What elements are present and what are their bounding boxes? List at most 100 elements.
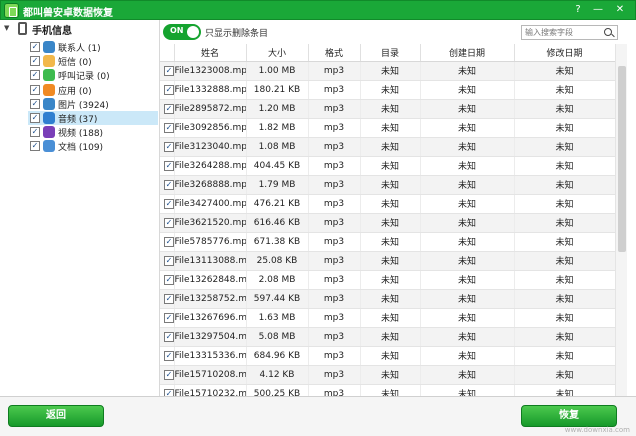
table-row[interactable]: ✓File15710208.mp34.12 KBmp3未知未知未知 [160, 365, 615, 385]
row-checkbox[interactable]: ✓ [164, 122, 173, 133]
category-label: 文档 (109) [58, 143, 104, 154]
directory-cell: 未知 [360, 156, 421, 176]
sidebar-category-item[interactable]: ✓ 短信 (0) [28, 54, 158, 68]
row-checkbox[interactable]: ✓ [164, 255, 173, 266]
directory-cell: 未知 [360, 61, 421, 81]
toolbar: ON 只显示删除条目 [160, 20, 636, 44]
created-date-cell: 未知 [420, 213, 515, 233]
photos-icon [43, 97, 55, 110]
created-date-cell: 未知 [420, 80, 515, 100]
category-checkbox[interactable]: ✓ [30, 98, 40, 109]
table-row[interactable]: ✓File13267696.mp31.63 MBmp3未知未知未知 [160, 308, 615, 328]
table-row[interactable]: ✓ File5785776.mp3 671.38 KB mp3 未知 未知 未知 [160, 232, 615, 252]
row-checkbox[interactable]: ✓ [164, 141, 173, 152]
directory-cell: 未知 [360, 194, 421, 214]
row-checkbox[interactable]: ✓ [164, 369, 173, 380]
row-checkbox[interactable]: ✓ [164, 312, 173, 323]
sidebar-category-item[interactable]: ✓ 呼叫记录 (0) [28, 68, 158, 82]
sidebar-category-item[interactable]: ✓ 音频 (37) [28, 111, 158, 125]
search-icon[interactable] [604, 28, 612, 36]
size-cell: 616.46 KB [246, 213, 309, 233]
category-label: 呼叫记录 (0) [58, 72, 110, 83]
name-cell: File3123040.mp3 [174, 137, 247, 157]
table-row[interactable]: ✓File13262848.mp32.08 MBmp3未知未知未知 [160, 270, 615, 290]
row-checkbox[interactable]: ✓ [164, 236, 173, 247]
column-header-name[interactable]: 姓名 [174, 44, 247, 62]
watermark-text: www.downxia.com [564, 426, 630, 434]
row-checkbox[interactable]: ✓ [164, 293, 173, 304]
category-checkbox[interactable]: ✓ [30, 84, 40, 95]
row-checkbox[interactable]: ✓ [164, 160, 173, 171]
column-header-modified[interactable]: 修改日期 [514, 44, 615, 62]
modified-date-cell: 未知 [514, 175, 615, 195]
name-cell: File15710208.mp3 [174, 365, 247, 385]
row-checkbox[interactable]: ✓ [164, 84, 173, 95]
created-date-cell: 未知 [420, 194, 515, 214]
scrollbar-thumb[interactable] [618, 66, 626, 252]
table-row[interactable]: ✓File13113088.mp325.08 KBmp3未知未知未知 [160, 251, 615, 271]
row-checkbox[interactable]: ✓ [164, 274, 173, 285]
column-header-format[interactable]: 格式 [308, 44, 361, 62]
row-checkbox[interactable]: ✓ [164, 331, 173, 342]
contacts-icon [43, 41, 55, 53]
row-checkbox[interactable]: ✓ [164, 198, 173, 209]
created-date-cell: 未知 [420, 270, 515, 290]
category-label: 音频 (37) [58, 115, 98, 125]
category-checkbox[interactable]: ✓ [30, 127, 40, 138]
row-checkbox-cell: ✓ [160, 289, 175, 309]
category-checkbox[interactable]: ✓ [30, 42, 40, 52]
minimize-icon[interactable]: — [591, 3, 605, 17]
table-row[interactable]: ✓ File3621520.mp3 616.46 KB mp3 未知 未知 未知 [160, 213, 615, 233]
column-header-created[interactable]: 创建日期 [420, 44, 515, 62]
table-row[interactable]: ✓ File1323008.mp3 1.00 MB mp3 未知 未知 未知 [160, 61, 615, 81]
table-row[interactable]: ✓ File3264288.mp3 404.45 KB mp3 未知 未知 未知 [160, 156, 615, 176]
name-cell: File13262848.mp3 [174, 270, 247, 290]
table-row[interactable]: ✓ File3268888.mp3 1.79 MB mp3 未知 未知 未知 [160, 175, 615, 195]
row-checkbox[interactable]: ✓ [164, 65, 173, 76]
sms-icon [43, 55, 55, 68]
category-checkbox[interactable]: ✓ [30, 70, 40, 81]
collapse-arrow-icon[interactable]: ▼ [4, 24, 9, 32]
sidebar-category-item[interactable]: ✓ 联系人 (1) [28, 40, 158, 54]
category-checkbox[interactable]: ✓ [30, 113, 40, 123]
table-row[interactable]: ✓File13258752.mp3597.44 KBmp3未知未知未知 [160, 289, 615, 309]
row-checkbox[interactable]: ✓ [164, 388, 173, 396]
row-checkbox[interactable]: ✓ [164, 103, 173, 114]
directory-cell: 未知 [360, 270, 421, 290]
sidebar-category-item[interactable]: ✓ 文档 (109) [28, 139, 158, 153]
table-row[interactable]: ✓ File2895872.mp3 1.20 MB mp3 未知 未知 未知 [160, 99, 615, 119]
table-row[interactable]: ✓ File3092856.mp3 1.82 MB mp3 未知 未知 未知 [160, 118, 615, 138]
category-checkbox[interactable]: ✓ [30, 56, 40, 67]
table-row[interactable]: ✓ File1332888.mp3 180.21 KB mp3 未知 未知 未知 [160, 80, 615, 100]
size-cell: 476.21 KB [246, 194, 309, 214]
row-checkbox[interactable]: ✓ [164, 217, 173, 228]
back-button[interactable]: 返回 [8, 405, 104, 427]
table-scrollbar[interactable] [615, 44, 627, 396]
sidebar-category-item[interactable]: ✓ 图片 (3924) [28, 97, 158, 111]
show-deleted-toggle[interactable]: ON [163, 24, 201, 40]
modified-date-cell: 未知 [514, 232, 615, 252]
format-cell: mp3 [308, 61, 361, 81]
row-checkbox-cell: ✓ [160, 327, 175, 347]
close-icon[interactable]: ✕ [613, 3, 627, 17]
category-checkbox[interactable]: ✓ [30, 141, 40, 152]
table-row[interactable]: ✓ File3427400.mp3 476.21 KB mp3 未知 未知 未知 [160, 194, 615, 214]
row-checkbox[interactable]: ✓ [164, 179, 173, 190]
format-cell: mp3 [308, 384, 361, 396]
column-header-directory[interactable]: 目录 [360, 44, 421, 62]
table-row[interactable]: ✓File15710232.mp3500.25 KBmp3未知未知未知 [160, 384, 615, 396]
row-checkbox-cell: ✓ [160, 194, 175, 214]
table-row[interactable]: ✓File13315336.mp3684.96 KBmp3未知未知未知 [160, 346, 615, 366]
created-date-cell: 未知 [420, 308, 515, 328]
table-row[interactable]: ✓File13297504.mp35.08 MBmp3未知未知未知 [160, 327, 615, 347]
name-cell: File1323008.mp3 [174, 61, 247, 81]
help-icon[interactable]: ? [571, 3, 585, 17]
recover-button[interactable]: 恢复 [521, 405, 617, 427]
row-checkbox[interactable]: ✓ [164, 350, 173, 361]
table-row[interactable]: ✓ File3123040.mp3 1.08 MB mp3 未知 未知 未知 [160, 137, 615, 157]
sidebar-category-item[interactable]: ✓ 应用 (0) [28, 83, 158, 97]
sidebar-category-item[interactable]: ✓ 视频 (188) [28, 125, 158, 139]
column-header-size[interactable]: 大小 [246, 44, 309, 62]
created-date-cell: 未知 [420, 327, 515, 347]
row-checkbox-cell: ✓ [160, 80, 175, 100]
